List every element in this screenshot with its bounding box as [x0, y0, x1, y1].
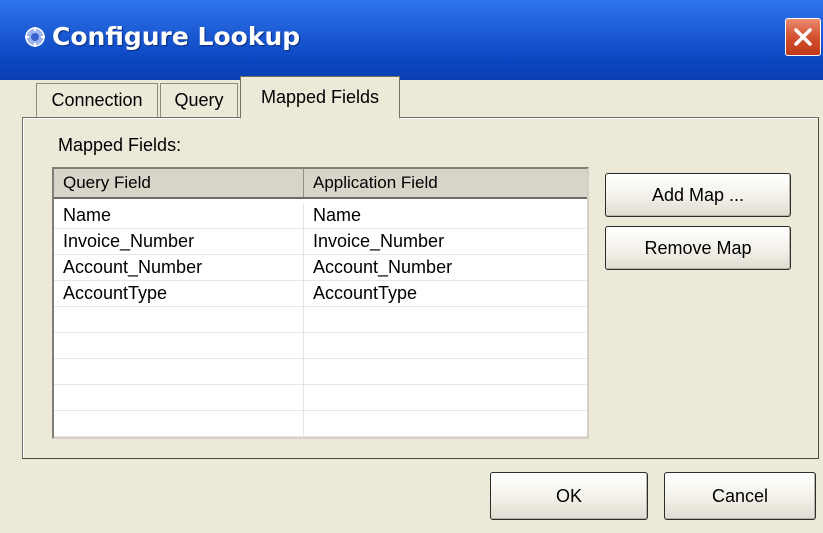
application-field-cell	[304, 333, 587, 358]
cancel-button[interactable]: Cancel	[664, 472, 816, 520]
tab-query-label: Query	[174, 90, 224, 110]
ok-button[interactable]: OK	[490, 472, 648, 520]
application-field-cell: AccountType	[313, 283, 418, 303]
query-field-cell: Account_Number	[54, 255, 304, 280]
mapped-fields-grid[interactable]: Query Field Application Field Name Name …	[52, 167, 589, 439]
table-row[interactable]	[54, 333, 587, 359]
application-field-cell	[304, 359, 587, 384]
tab-query[interactable]: Query	[160, 83, 238, 117]
table-row[interactable]: Invoice_Number Invoice_Number	[54, 229, 587, 255]
mapped-fields-label: Mapped Fields:	[58, 135, 182, 155]
query-field-cell: Name	[54, 203, 304, 228]
table-row[interactable]: AccountType AccountType	[54, 281, 587, 307]
table-row[interactable]	[54, 411, 587, 437]
application-field-cell: Invoice_Number	[313, 231, 445, 251]
application-field-cell	[304, 307, 587, 332]
close-icon	[794, 28, 812, 46]
application-field-cell: Name	[313, 205, 362, 225]
table-row[interactable]	[54, 359, 587, 385]
query-field-cell	[54, 437, 304, 439]
tab-connection-label: Connection	[51, 90, 143, 110]
query-field-cell	[54, 385, 304, 410]
add-map-button[interactable]: Add Map ...	[605, 173, 791, 217]
table-row[interactable]	[54, 385, 587, 411]
grid-body: Name Name Invoice_Number Invoice_Number …	[54, 203, 587, 439]
application-field-cell	[304, 385, 587, 410]
column-header-query-field[interactable]: Query Field	[54, 169, 304, 197]
table-row[interactable]: Account_Number Account_Number	[54, 255, 587, 281]
query-field-cell	[54, 333, 304, 358]
table-row[interactable]: Name Name	[54, 203, 587, 229]
title-bar[interactable]: Configure Lookup	[0, 0, 823, 80]
application-field-cell	[304, 411, 587, 436]
window-title: Configure Lookup	[52, 22, 301, 51]
close-button[interactable]	[785, 18, 821, 56]
query-field-cell	[54, 359, 304, 384]
tab-connection[interactable]: Connection	[36, 83, 158, 117]
query-field-cell	[54, 411, 304, 436]
gear-app-icon	[24, 26, 45, 47]
query-field-cell	[54, 307, 304, 332]
tab-mapped-fields[interactable]: Mapped Fields	[240, 76, 400, 119]
table-row[interactable]	[54, 437, 587, 439]
query-field-cell: Invoice_Number	[54, 229, 304, 254]
table-row[interactable]	[54, 307, 587, 333]
column-header-application-field[interactable]: Application Field	[304, 169, 587, 197]
grid-header: Query Field Application Field	[54, 169, 587, 199]
application-field-cell: Account_Number	[313, 257, 453, 277]
remove-map-button[interactable]: Remove Map	[605, 226, 791, 270]
application-field-cell	[304, 437, 587, 439]
query-field-cell: AccountType	[54, 281, 304, 306]
tab-mapped-fields-label: Mapped Fields	[260, 86, 380, 107]
